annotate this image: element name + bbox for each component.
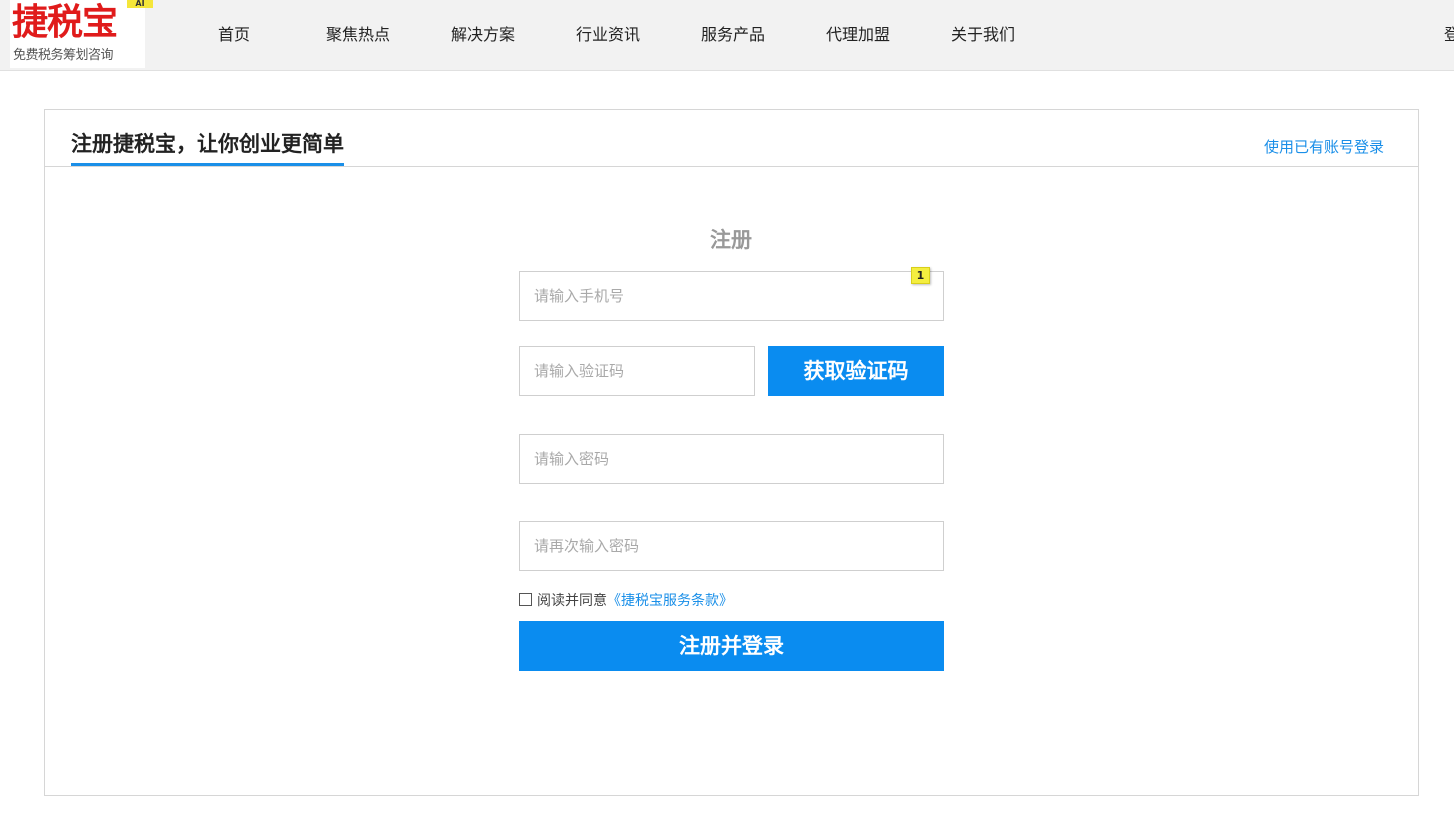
confirm-password-input[interactable]: [519, 521, 944, 571]
existing-account-login-link[interactable]: 使用已有账号登录: [1264, 136, 1384, 157]
password-input[interactable]: [519, 434, 944, 484]
nav-item-service-products[interactable]: 服务产品: [701, 0, 765, 70]
logo[interactable]: 捷税宝 免费税务筹划咨询 AI: [10, 0, 153, 68]
agreement-row: 阅读并同意《捷税宝服务条款》: [519, 590, 733, 612]
form-title: 注册: [710, 228, 752, 252]
get-code-button[interactable]: 获取验证码: [768, 346, 944, 396]
header-login-link[interactable]: 登: [1444, 0, 1454, 70]
agree-checkbox[interactable]: [519, 593, 532, 606]
logo-title: 捷税宝: [12, 1, 118, 43]
terms-link[interactable]: 《捷税宝服务条款》: [607, 593, 733, 609]
nav-item-solutions[interactable]: 解决方案: [451, 0, 515, 70]
logo-subtitle: 免费税务筹划咨询: [13, 48, 114, 63]
verification-code-input[interactable]: [519, 346, 755, 396]
nav-item-hot-topics[interactable]: 聚焦热点: [326, 0, 390, 70]
panel-header: 注册捷税宝，让你创业更简单 使用已有账号登录: [45, 110, 1418, 167]
page-title: 注册捷税宝，让你创业更简单: [71, 129, 344, 166]
nav-item-franchise[interactable]: 代理加盟: [826, 0, 890, 70]
phone-input[interactable]: [519, 271, 944, 321]
register-and-login-button[interactable]: 注册并登录: [519, 621, 944, 671]
field-marker-badge: 1: [911, 267, 930, 284]
ai-badge: AI: [127, 0, 153, 8]
nav-item-home[interactable]: 首页: [218, 0, 250, 70]
top-header: 捷税宝 免费税务筹划咨询 AI 首页 聚焦热点 解决方案 行业资讯 服务产品 代…: [0, 0, 1454, 71]
nav-item-industry-news[interactable]: 行业资讯: [576, 0, 640, 70]
agree-text: 阅读并同意: [537, 593, 607, 609]
nav-item-about-us[interactable]: 关于我们: [951, 0, 1015, 70]
